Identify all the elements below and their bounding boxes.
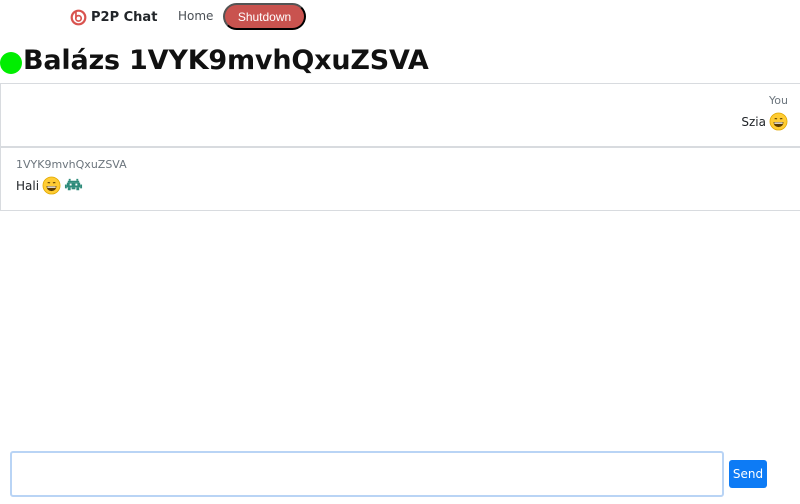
chat-title: Balázs 1VYK9mvhQxuZSVA — [23, 44, 429, 76]
brand-link[interactable]: P2P Chat — [70, 6, 157, 28]
brand-label: P2P Chat — [91, 9, 158, 25]
message-sender: You — [769, 94, 788, 107]
send-button[interactable]: Send — [729, 460, 767, 488]
grinning-face-icon — [42, 176, 61, 195]
grinning-face-icon — [769, 112, 788, 131]
shutdown-button[interactable]: Shutdown — [223, 3, 306, 30]
message-body: Szia — [741, 112, 788, 131]
message-input[interactable] — [10, 451, 724, 497]
message-sender: 1VYK9mvhQxuZSVA — [16, 158, 127, 171]
message-item: You Szia — [0, 83, 800, 147]
nav-home-link[interactable]: Home — [178, 9, 213, 23]
message-text: Szia — [741, 114, 766, 129]
message-item: 1VYK9mvhQxuZSVA Hali — [0, 147, 800, 211]
navbar: P2P Chat Home Shutdown — [0, 0, 800, 34]
alien-monster-icon — [64, 178, 83, 191]
online-status-icon — [0, 51, 22, 74]
message-body: Hali — [16, 176, 83, 195]
chat-header: Balázs 1VYK9mvhQxuZSVA — [0, 42, 429, 78]
p2p-logo-icon — [70, 9, 87, 25]
message-text: Hali — [16, 178, 40, 193]
